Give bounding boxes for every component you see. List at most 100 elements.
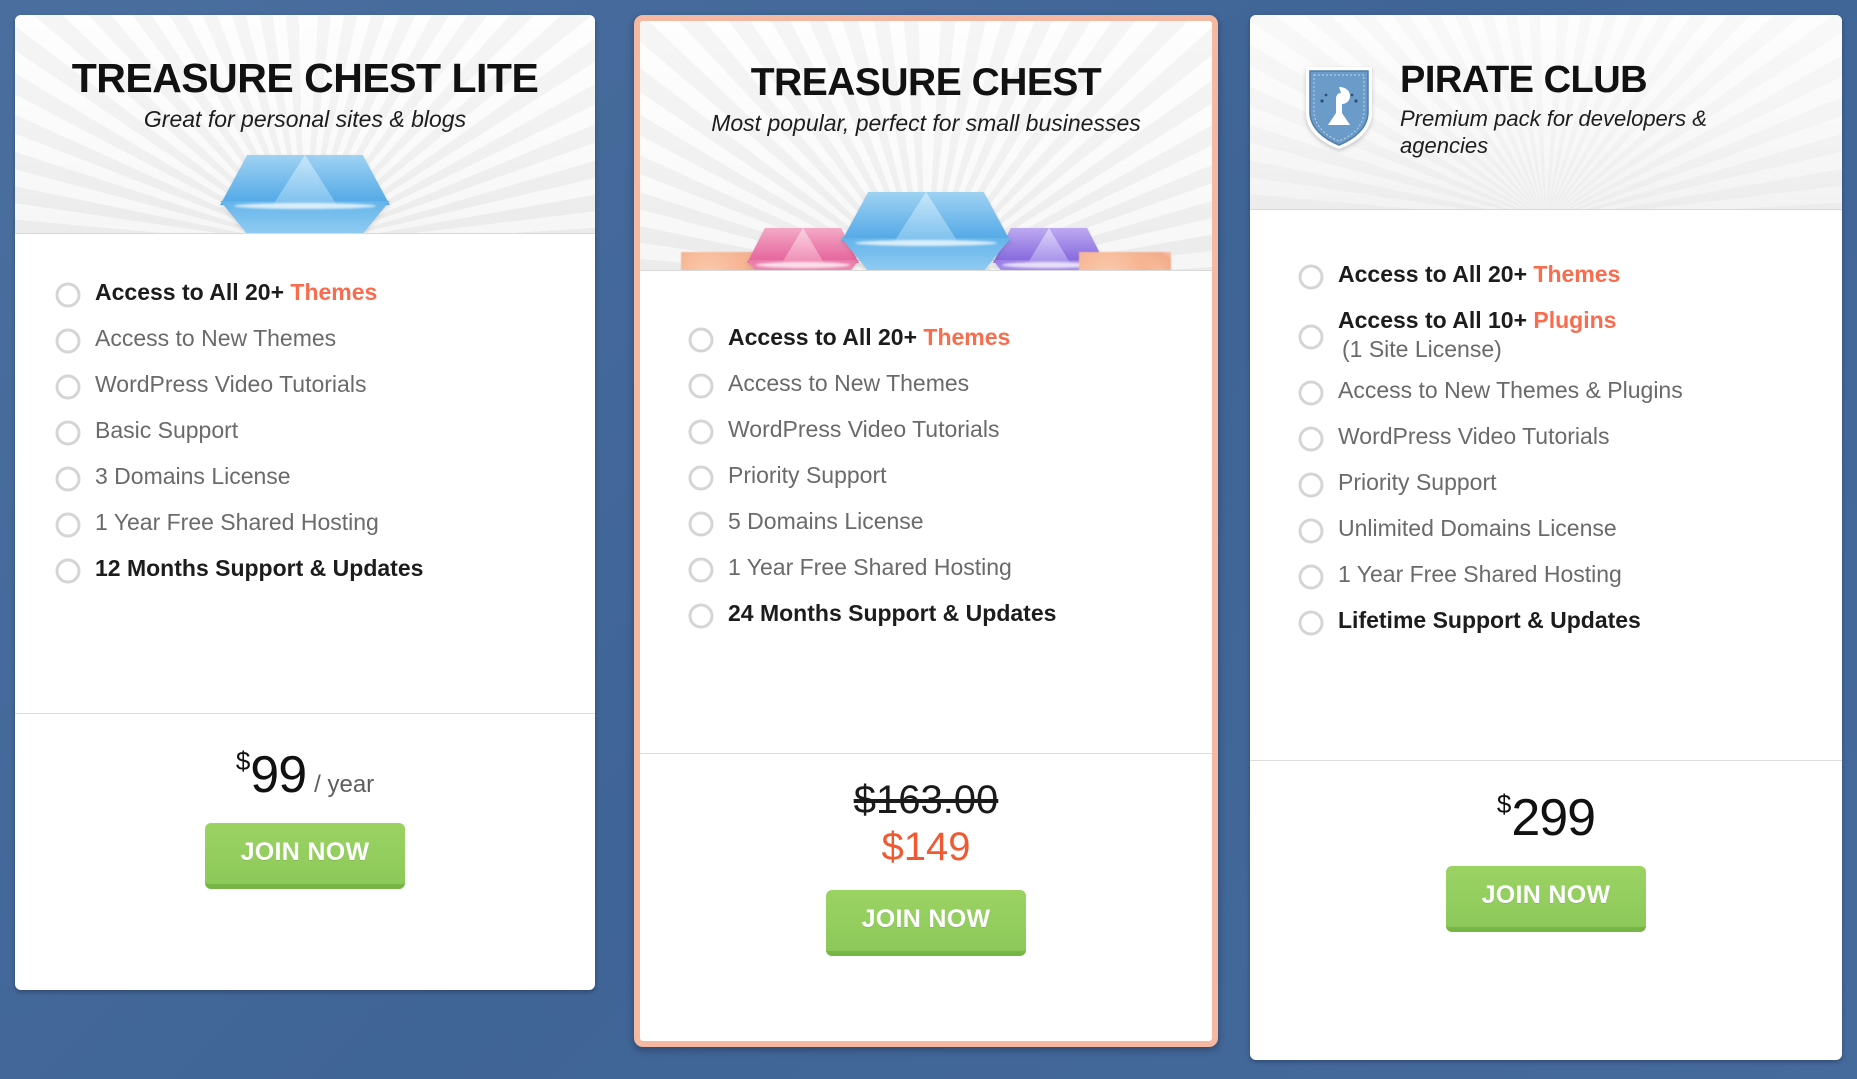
list-item-label: 5 Domains License [728, 508, 924, 534]
list-item-label: Access to All 20+ Themes [1338, 261, 1621, 287]
check-circle-icon [688, 465, 714, 491]
list-item: Lifetime Support & Updates [1298, 606, 1842, 636]
list-item: 1 Year Free Shared Hosting [688, 553, 1212, 583]
card-header-treasure-chest: TREASURE CHEST Most popular, perfect for… [640, 21, 1212, 271]
pink-gem-icon [747, 228, 859, 270]
list-item-label: Basic Support [95, 417, 239, 443]
purple-gem-icon [993, 228, 1105, 270]
price-amount: 99 [250, 746, 307, 804]
list-item: 5 Domains License [688, 507, 1212, 537]
list-item: Access to All 20+ Themes [688, 323, 1212, 353]
card-header-lite: TREASURE CHEST LITE Great for personal s… [15, 15, 595, 234]
plan-title: TREASURE CHEST LITE [71, 55, 539, 101]
check-circle-icon [55, 558, 81, 584]
join-now-button[interactable]: JOIN NOW [1445, 866, 1647, 932]
list-item-sub-note: (1 Site License) [1342, 335, 1502, 362]
list-item-label: 1 Year Free Shared Hosting [1338, 560, 1622, 587]
price-sale: $149 [881, 825, 971, 869]
card-header-pirate-club: PIRATE CLUB Premium pack for developers … [1250, 15, 1842, 210]
list-item-label: WordPress Video Tutorials [728, 416, 1000, 442]
pricing-table-background: TREASURE CHEST LITE Great for personal s… [0, 0, 1857, 1079]
list-item: Access to All 10+ Plugins (1 Site Licens… [1298, 306, 1842, 364]
price-original-strikethrough: $163.00 [853, 778, 999, 822]
list-item: Access to New Themes [688, 369, 1212, 399]
check-circle-icon [688, 327, 714, 353]
shield-hook-icon [1300, 61, 1378, 153]
check-circle-icon [55, 328, 81, 354]
check-circle-icon [55, 282, 81, 308]
list-item: 1 Year Free Shared Hosting [55, 508, 595, 538]
plan-subtitle: Most popular, perfect for small business… [711, 109, 1141, 136]
gold-nugget-decoration [1079, 252, 1171, 270]
list-item-label: Access to New Themes [728, 370, 970, 396]
list-item-label: Access to All 10+ Plugins (1 Site Licens… [1338, 307, 1617, 362]
blue-gem-icon [220, 125, 390, 233]
currency-symbol: $ [235, 746, 251, 776]
feature-list-lite: Access to All 20+ Themes Access to New T… [15, 234, 595, 713]
check-circle-icon [1298, 564, 1324, 590]
check-circle-icon [688, 419, 714, 445]
price-block-pirate-club: $299 JOIN NOW [1250, 760, 1842, 1060]
join-now-button[interactable]: JOIN NOW [825, 890, 1027, 956]
pricing-card-treasure-chest-lite: TREASURE CHEST LITE Great for personal s… [15, 15, 595, 990]
list-item: 12 Months Support & Updates [55, 554, 595, 584]
gold-nugget-decoration [681, 252, 773, 270]
list-item-label: 1 Year Free Shared Hosting [95, 509, 379, 535]
plan-subtitle: Great for personal sites & blogs [143, 106, 467, 133]
list-item-label: 24 Months Support & Updates [728, 600, 1057, 626]
check-circle-icon [1298, 518, 1324, 544]
list-item: Access to New Themes & Plugins [1298, 376, 1842, 406]
check-circle-icon [55, 466, 81, 492]
join-now-button[interactable]: JOIN NOW [204, 823, 406, 889]
list-item-label: Access to New Themes & Plugins [1338, 376, 1683, 403]
price-display: $299 [1496, 789, 1596, 847]
check-circle-icon [55, 374, 81, 400]
list-item: 1 Year Free Shared Hosting [1298, 560, 1842, 590]
list-item: Basic Support [55, 416, 595, 446]
price-period: / year [314, 771, 375, 798]
feature-list-treasure-chest: Access to All 20+ Themes Access to New T… [640, 271, 1212, 753]
list-item: Access to All 20+ Themes [55, 278, 595, 308]
plan-subtitle: Premium pack for developers & agencies [1400, 105, 1707, 158]
check-circle-icon [1298, 264, 1324, 290]
check-circle-icon [688, 373, 714, 399]
list-item: Access to All 20+ Themes [1298, 260, 1842, 290]
check-circle-icon [1298, 426, 1324, 452]
list-item: Priority Support [1298, 468, 1842, 498]
check-circle-icon [1298, 324, 1324, 350]
pricing-card-treasure-chest: TREASURE CHEST Most popular, perfect for… [634, 15, 1218, 1047]
list-item-label: 12 Months Support & Updates [95, 555, 424, 581]
currency-symbol: $ [1496, 789, 1512, 819]
price-amount: 299 [1511, 789, 1596, 847]
list-item: WordPress Video Tutorials [55, 370, 595, 400]
price-block-lite: $99 / year JOIN NOW [15, 713, 595, 990]
check-circle-icon [1298, 472, 1324, 498]
list-item-label: 3 Domains License [95, 463, 291, 489]
blue-gem-icon [841, 192, 1011, 270]
list-item-label: Priority Support [728, 462, 887, 488]
list-item-label: Unlimited Domains License [1338, 514, 1617, 541]
list-item: Priority Support [688, 461, 1212, 491]
list-item: Access to New Themes [55, 324, 595, 354]
list-item-label: Access to All 20+ Themes [95, 279, 378, 305]
price-block-treasure-chest: $163.00 $149 JOIN NOW [640, 753, 1212, 1041]
price-display: $99 / year [236, 748, 374, 801]
plan-title: TREASURE CHEST [750, 61, 1102, 104]
check-circle-icon [688, 511, 714, 537]
check-circle-icon [55, 512, 81, 538]
pricing-card-pirate-club: PIRATE CLUB Premium pack for developers … [1250, 15, 1842, 1060]
list-item-label: Access to All 20+ Themes [728, 324, 1011, 350]
feature-list-pirate-club: Access to All 20+ Themes Access to All 1… [1250, 210, 1842, 760]
check-circle-icon [55, 420, 81, 446]
list-item: 3 Domains License [55, 462, 595, 492]
list-item-label: WordPress Video Tutorials [1338, 422, 1610, 449]
check-circle-icon [1298, 610, 1324, 636]
list-item: Unlimited Domains License [1298, 514, 1842, 544]
list-item: WordPress Video Tutorials [688, 415, 1212, 445]
list-item-label: Priority Support [1338, 468, 1497, 495]
check-circle-icon [1298, 380, 1324, 406]
list-item-label: WordPress Video Tutorials [95, 371, 367, 397]
list-item: 24 Months Support & Updates [688, 599, 1212, 629]
check-circle-icon [688, 557, 714, 583]
check-circle-icon [688, 603, 714, 629]
